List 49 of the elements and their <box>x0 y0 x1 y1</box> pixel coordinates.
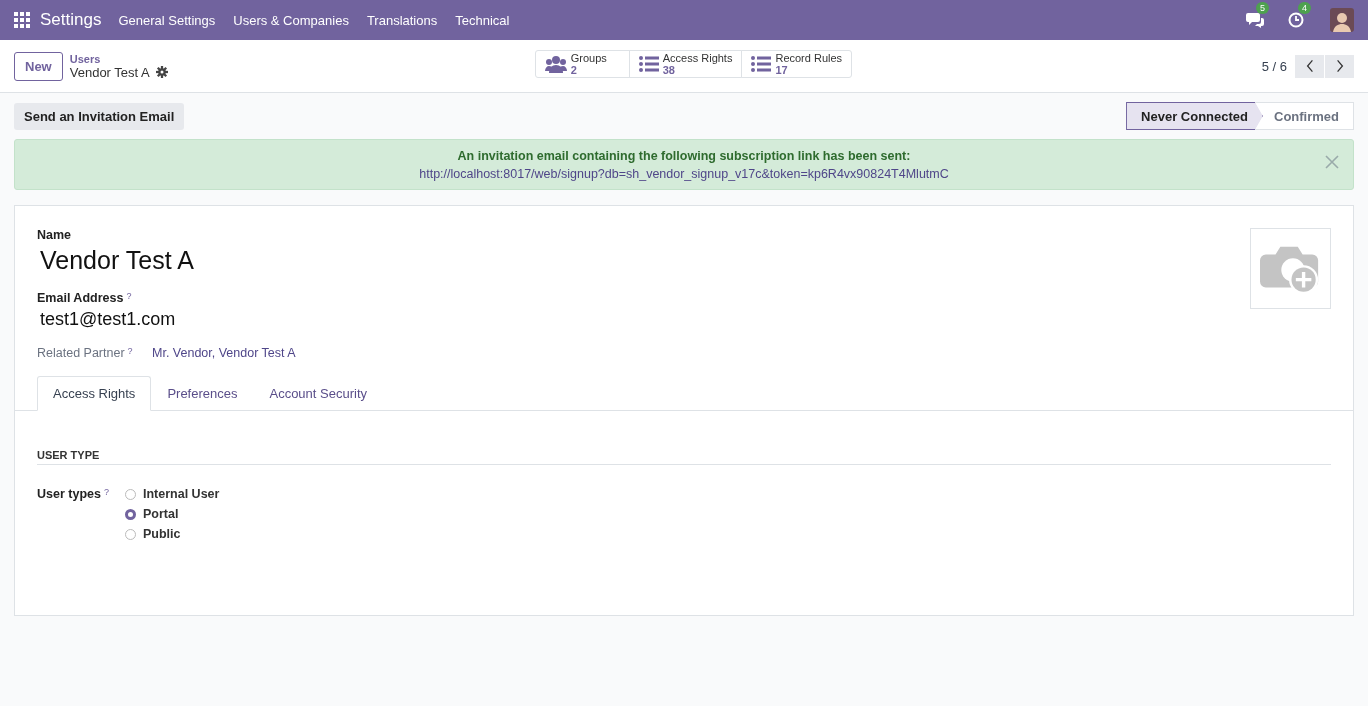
clock-icon[interactable] <box>1288 12 1304 28</box>
activity-count-badge: 4 <box>1298 2 1311 14</box>
settings-icon[interactable] <box>155 66 168 78</box>
field-label: Related Partner <box>37 346 125 360</box>
menu-item[interactable]: Users & Companies <box>233 12 349 28</box>
app-name[interactable]: Settings <box>40 10 102 30</box>
tab[interactable]: Preferences <box>151 376 254 411</box>
list-icon <box>638 55 659 72</box>
list-icon <box>751 55 772 72</box>
breadcrumb-link[interactable]: Users <box>69 52 536 65</box>
next-button[interactable] <box>1325 54 1354 78</box>
menu-item[interactable]: Technical <box>455 12 510 28</box>
send-invitation-button[interactable]: Send an Invitation Email <box>14 102 185 130</box>
smart-button[interactable]: Groups 2 <box>534 49 630 78</box>
status-stage[interactable]: Confirmed <box>1255 102 1354 130</box>
record-title: Vendor Test A <box>69 64 150 80</box>
message-count-badge: 5 <box>1256 2 1269 14</box>
partner-link[interactable]: Mr. Vendor, Vendor Test A <box>152 346 296 360</box>
chat-icon[interactable] <box>1246 12 1264 28</box>
signup-link[interactable]: http://localhost:8017/web/signup?db=sh_vendor_signup_v17c&token=kp6R4vx90824T4MlutmC <box>419 166 949 181</box>
smart-button[interactable]: Access Rights 38 <box>628 49 743 78</box>
menu-item[interactable]: Translations <box>366 12 438 28</box>
pager-value: 5 / 6 <box>1261 58 1287 74</box>
new-button[interactable]: New <box>14 51 63 81</box>
status-stage[interactable]: Never Connected <box>1126 102 1263 130</box>
help-mark[interactable]: ? <box>127 346 133 360</box>
users-icon <box>544 54 567 73</box>
radio-label[interactable]: Portal <box>143 507 179 521</box>
field-label: Email Address <box>37 291 124 305</box>
user-avatar[interactable] <box>1330 8 1354 32</box>
field-label: User types <box>37 487 101 503</box>
radio-label[interactable]: Internal User <box>143 487 220 501</box>
radio-label[interactable]: Public <box>143 527 181 541</box>
email-field[interactable]: test1@test1.com <box>40 309 296 330</box>
previous-button[interactable] <box>1295 54 1324 78</box>
radio-button[interactable] <box>125 508 136 520</box>
help-mark[interactable]: ? <box>103 487 109 541</box>
chevron-right-icon <box>1335 59 1344 73</box>
chevron-left-icon <box>1305 59 1314 73</box>
field-label: Name <box>37 228 73 242</box>
alert-message: An invitation email containing the following subscription link has been sent: <box>457 148 911 163</box>
help-mark[interactable]: ? <box>126 291 132 305</box>
tab[interactable]: Access Rights <box>37 376 152 411</box>
smart-button[interactable]: Record Rules 17 <box>741 49 853 78</box>
name-field[interactable]: Vendor Test A <box>40 246 296 275</box>
apps-grid-icon[interactable] <box>14 12 30 28</box>
section-title: USER TYPE <box>37 449 1331 465</box>
menu-item[interactable]: General Settings <box>118 12 216 28</box>
tab[interactable]: Account Security <box>253 376 383 411</box>
